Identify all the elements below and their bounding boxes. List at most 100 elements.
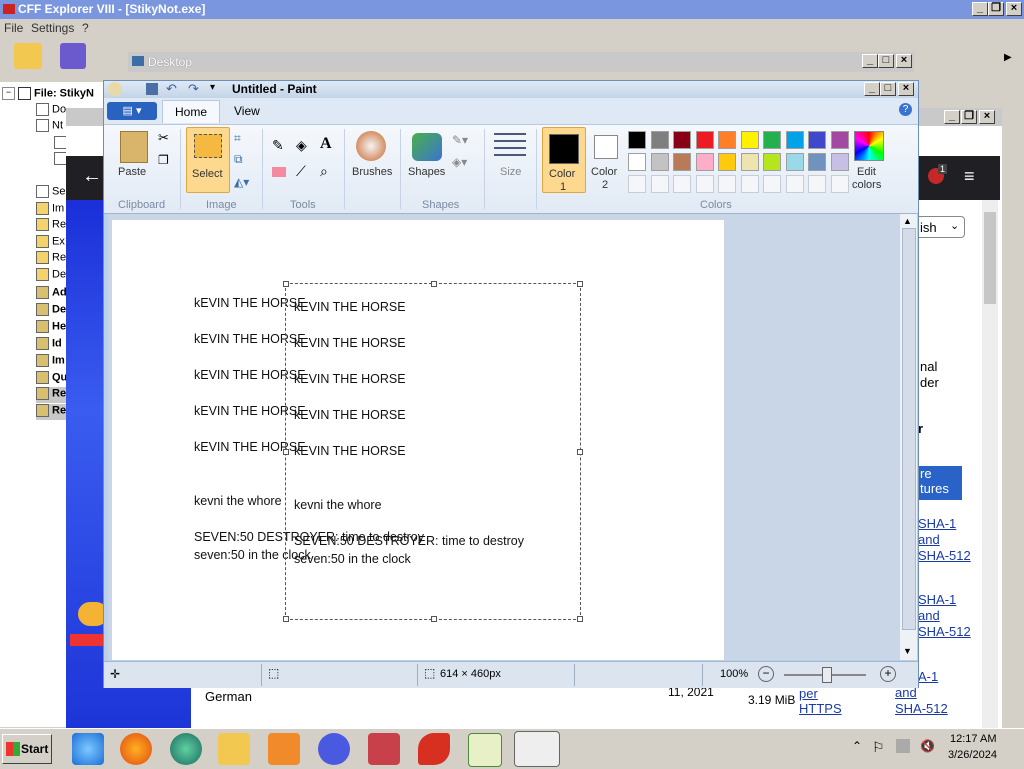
crop-icon[interactable]: ⌗ — [234, 131, 241, 146]
fill-shape-icon[interactable]: ◈▾ — [452, 155, 467, 169]
size-button[interactable]: Size — [500, 166, 521, 178]
browser-scroll-thumb[interactable] — [984, 212, 996, 304]
resize-handle[interactable] — [283, 616, 289, 622]
palette-empty-swatch[interactable] — [673, 175, 691, 193]
scroll-down-arrow[interactable]: ▼ — [903, 646, 912, 656]
tree-item[interactable]: Do — [36, 103, 66, 119]
resize-icon[interactable]: ⧉ — [234, 152, 243, 167]
start-button[interactable]: Start — [2, 734, 52, 764]
paint-maximize-button[interactable]: □ — [880, 82, 896, 96]
browser-close-button[interactable]: × — [979, 110, 995, 124]
cff-close-button[interactable]: × — [1006, 2, 1022, 16]
language-select[interactable]: ish ⌄ — [918, 216, 965, 238]
paint-minimize-button[interactable]: _ — [864, 82, 880, 96]
selection-box[interactable] — [283, 281, 583, 622]
download-protocol-link[interactable]: per HTTPS — [799, 686, 842, 716]
color2-label-a[interactable]: Color — [591, 166, 617, 178]
palette-empty-swatch[interactable] — [695, 175, 714, 193]
palette-swatch[interactable] — [673, 131, 691, 149]
tab-view[interactable]: View — [234, 104, 260, 118]
resize-handle[interactable] — [577, 616, 583, 622]
scroll-up-arrow[interactable]: ▲ — [903, 216, 912, 226]
palette-swatch[interactable] — [695, 153, 714, 171]
text-icon[interactable]: A — [320, 135, 332, 153]
resize-handle[interactable] — [577, 281, 583, 287]
help-icon[interactable]: ? — [899, 103, 912, 116]
tree-item[interactable]: Id — [36, 337, 62, 353]
desktop-minimize-button[interactable]: _ — [862, 54, 878, 68]
outline-icon[interactable]: ✎▾ — [452, 133, 468, 147]
palette-empty-swatch[interactable] — [830, 175, 849, 193]
paste-icon[interactable] — [120, 131, 148, 163]
sha-link-1[interactable]: SHA-1 and SHA-512 — [918, 516, 971, 564]
cut-icon[interactable]: ✂ — [158, 130, 169, 146]
qat-redo-icon[interactable]: ↷ — [188, 81, 199, 97]
paint-taskbar-icon[interactable] — [514, 731, 560, 767]
edit-colors-label-a[interactable]: Edit — [857, 166, 876, 178]
resize-handle[interactable] — [577, 449, 583, 455]
tree-item[interactable]: Re — [36, 218, 66, 234]
hamburger-menu-icon[interactable]: ≡ — [964, 166, 975, 187]
tab-home[interactable]: Home — [162, 100, 220, 123]
resize-handle[interactable] — [431, 281, 437, 287]
paint-close-button[interactable]: × — [898, 82, 914, 96]
browser-vscroll[interactable] — [982, 200, 998, 728]
palette-empty-swatch[interactable] — [650, 175, 669, 193]
brushes-button[interactable]: Brushes — [352, 166, 392, 178]
palette-swatch[interactable] — [808, 131, 826, 149]
pencil-icon[interactable]: ✎ — [272, 137, 284, 154]
shapes-icon[interactable] — [412, 133, 442, 161]
back-arrow-icon[interactable]: ← — [82, 165, 102, 188]
magnifier-icon[interactable]: ⌕ — [320, 163, 328, 180]
palette-swatch[interactable] — [830, 131, 849, 149]
palette-swatch[interactable] — [650, 153, 669, 171]
tree-item[interactable]: He — [36, 320, 66, 336]
resize-handle[interactable] — [431, 616, 437, 622]
shapes-button[interactable]: Shapes — [408, 166, 445, 178]
palette-swatch[interactable] — [628, 153, 646, 171]
palette-swatch[interactable] — [673, 153, 691, 171]
paint-menu-button[interactable]: ▤ ▾ — [107, 102, 157, 120]
menu-settings[interactable]: Settings — [31, 21, 74, 35]
palette-empty-swatch[interactable] — [763, 175, 781, 193]
qat-customize-icon[interactable]: ▾ — [210, 82, 215, 93]
tree-item[interactable]: Ad — [36, 286, 67, 302]
scroll-thumb[interactable] — [902, 228, 916, 630]
zoom-out-icon[interactable]: − — [758, 666, 774, 682]
clock-date[interactable]: 3/26/2024 — [948, 749, 997, 761]
tree-item[interactable]: Ex — [36, 235, 65, 251]
cff-minimize-button[interactable]: _ — [972, 2, 988, 16]
internet-explorer-icon[interactable] — [72, 733, 104, 765]
color1-button[interactable]: Color 1 — [542, 127, 586, 193]
palette-swatch[interactable] — [763, 153, 781, 171]
tree-item[interactable]: Qu — [36, 371, 67, 387]
sha-link-2[interactable]: SHA-1 and SHA-512 — [918, 592, 971, 640]
size-icon[interactable] — [494, 133, 526, 157]
qat-save-icon[interactable] — [146, 83, 158, 95]
file-explorer-icon[interactable] — [218, 733, 250, 765]
brushes-icon[interactable] — [356, 131, 386, 161]
palette-swatch[interactable] — [785, 153, 804, 171]
palette-swatch[interactable] — [695, 131, 714, 149]
palette-swatch[interactable] — [650, 131, 669, 149]
palette-empty-swatch[interactable] — [718, 175, 736, 193]
canvas-vscroll[interactable]: ▲ ▼ — [900, 214, 917, 660]
palette-empty-swatch[interactable] — [785, 175, 804, 193]
tree-item[interactable]: Se — [36, 185, 65, 201]
palette-swatch[interactable] — [763, 131, 781, 149]
palette-swatch[interactable] — [830, 153, 849, 171]
copy-icon[interactable]: ❐ — [158, 153, 169, 167]
resize-handle[interactable] — [283, 449, 289, 455]
toolbar-scroll-right-button[interactable]: ▶ — [1004, 52, 1020, 66]
edit-colors-icon[interactable] — [854, 131, 884, 161]
save-disk-icon[interactable] — [60, 43, 86, 69]
paste-button[interactable]: Paste — [118, 166, 146, 178]
browser-restore-button[interactable]: ❐ — [961, 110, 977, 124]
palette-swatch[interactable] — [628, 131, 646, 149]
toolbox-icon[interactable] — [368, 733, 400, 765]
desktop-close-button[interactable]: × — [896, 54, 912, 68]
app-icon-infinity[interactable] — [318, 733, 350, 765]
collapse-icon[interactable]: − — [2, 87, 15, 100]
select-button[interactable]: Select — [186, 127, 230, 193]
color-picker-icon[interactable]: ⟋ — [296, 163, 306, 180]
